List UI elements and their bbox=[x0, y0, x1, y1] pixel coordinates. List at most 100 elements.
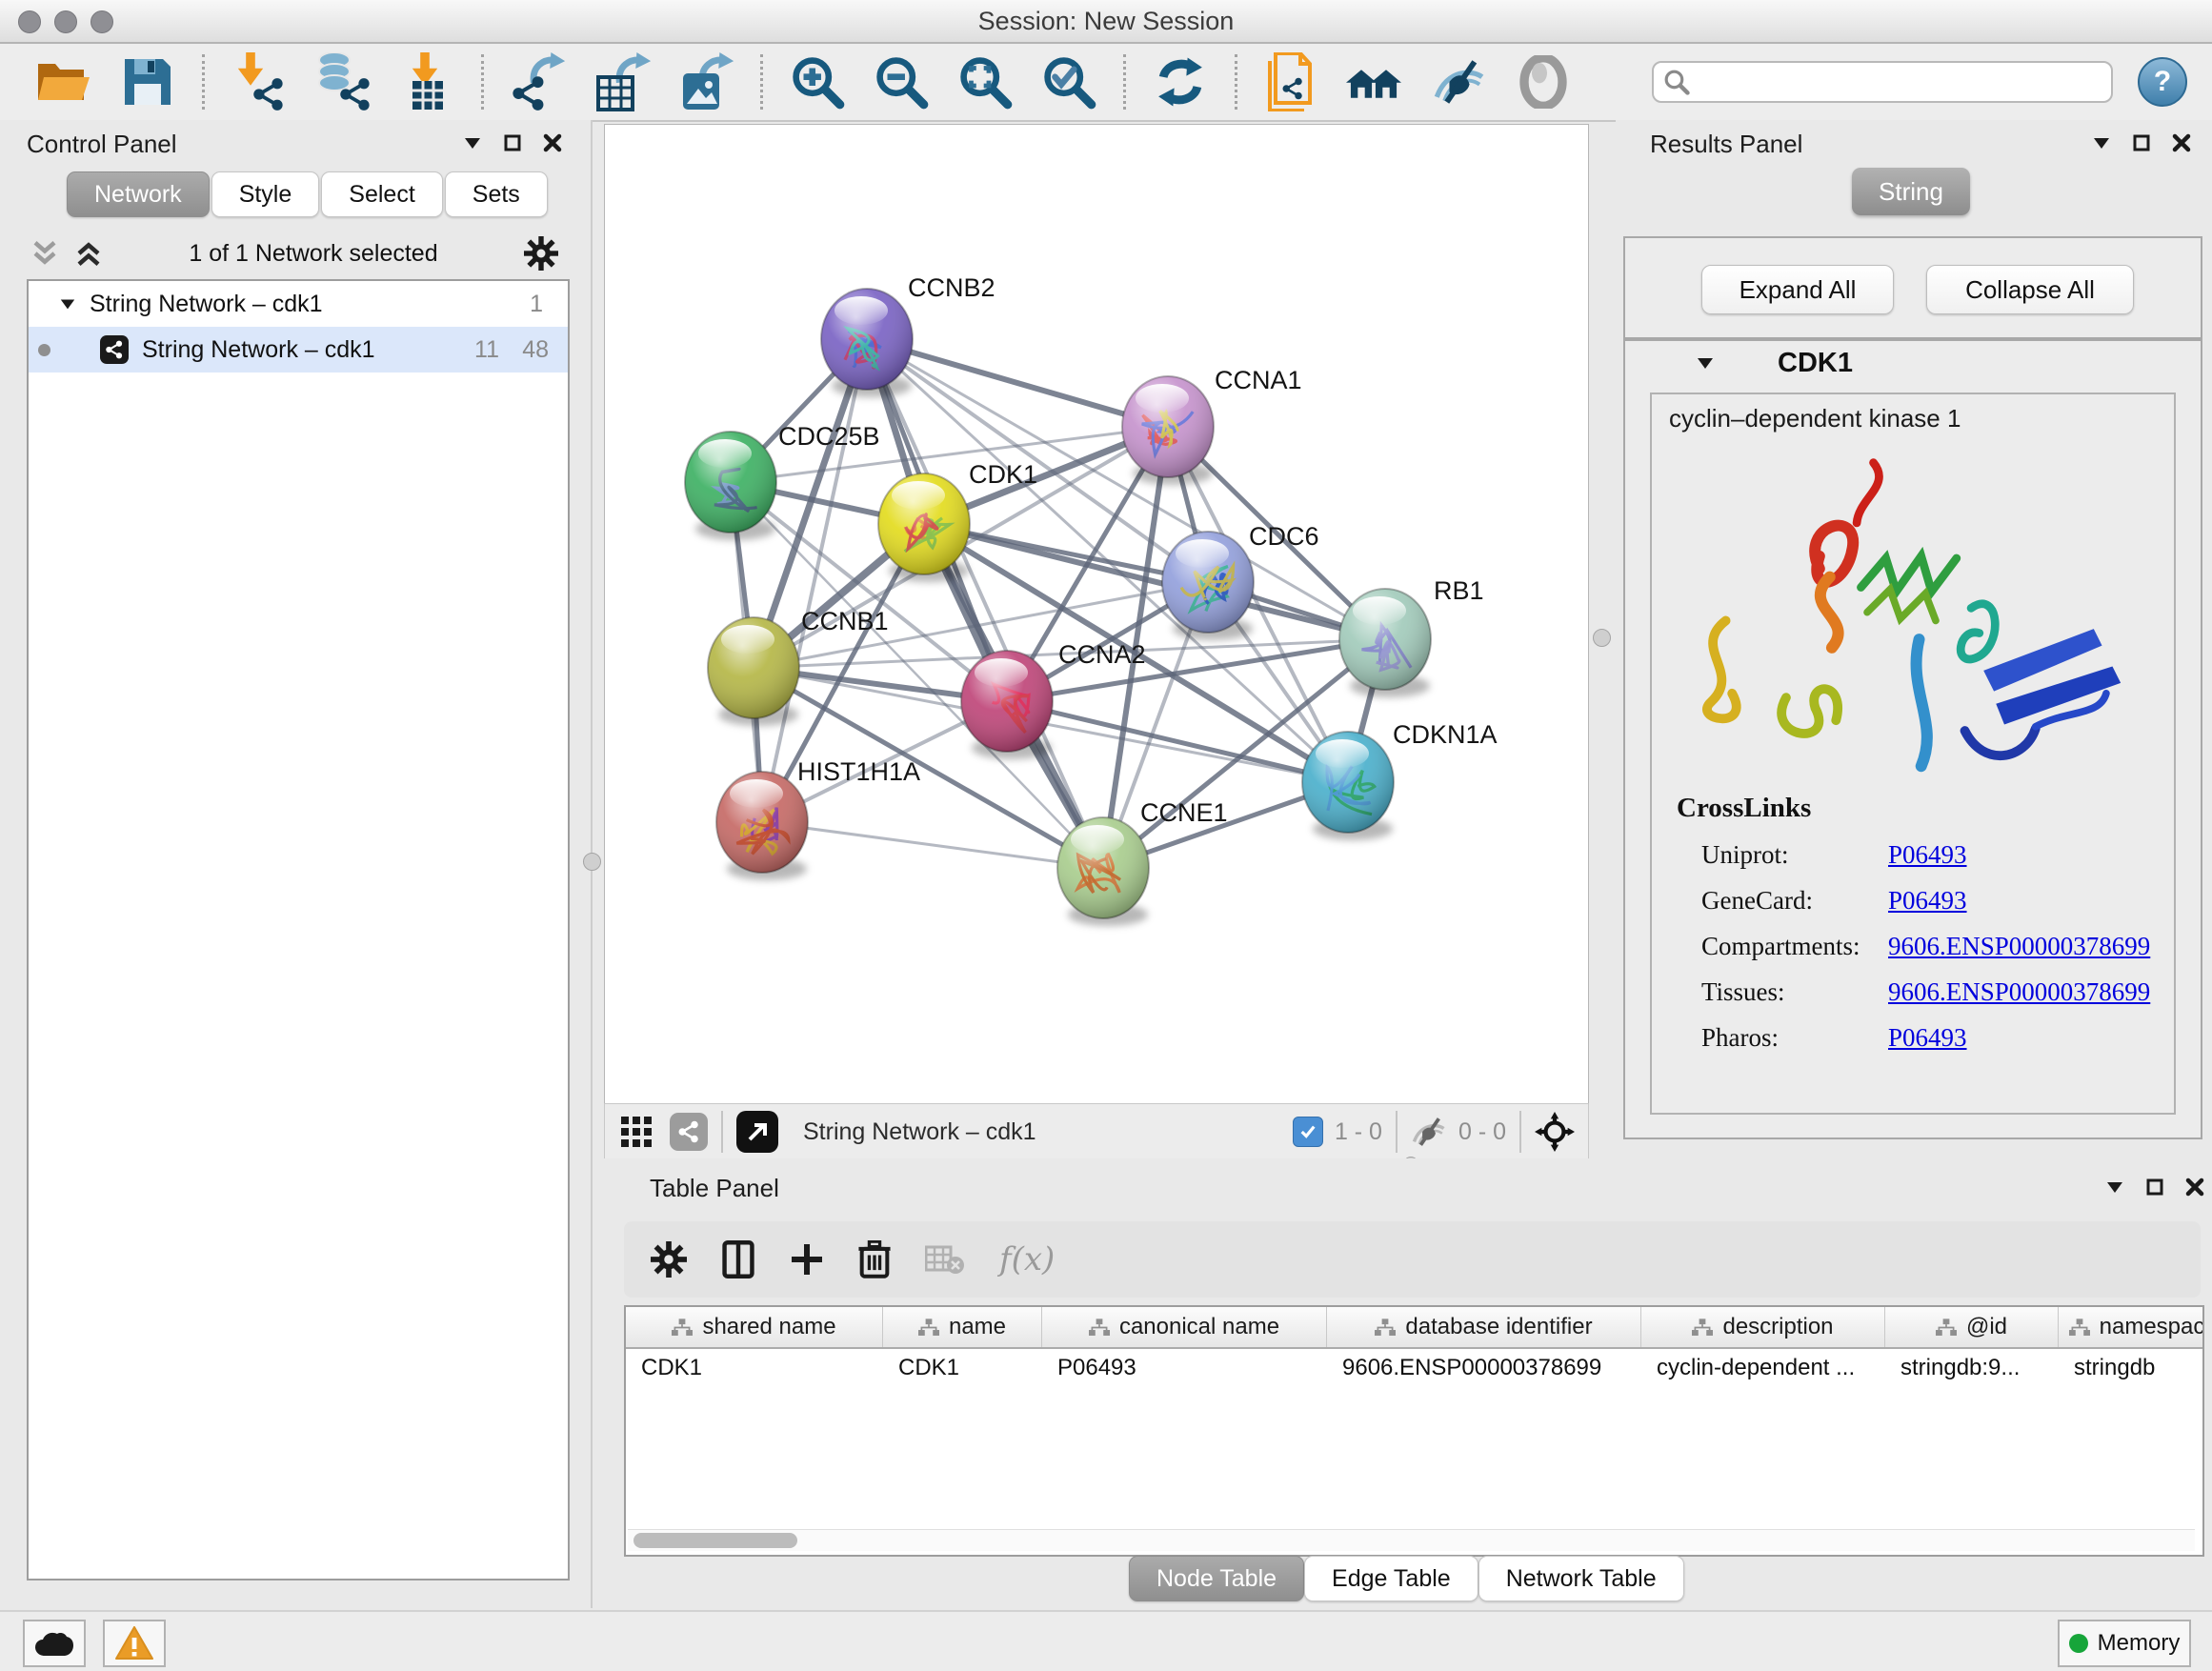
table-cell: 9606.ENSP00000378699 bbox=[1327, 1349, 1641, 1389]
sitemap-icon bbox=[1692, 1319, 1713, 1337]
gene-section-header[interactable]: CDK1 bbox=[1625, 341, 2201, 385]
refresh-view-button[interactable] bbox=[1143, 50, 1217, 113]
memory-button[interactable]: Memory bbox=[2058, 1620, 2191, 1667]
tab-string[interactable]: String bbox=[1852, 168, 1970, 215]
network-node-CCNB1[interactable] bbox=[708, 617, 799, 718]
close-panel-icon[interactable] bbox=[2185, 1178, 2204, 1197]
string-eye-button[interactable] bbox=[1506, 50, 1580, 113]
collapse-panel-icon[interactable] bbox=[2092, 133, 2111, 152]
tab-network[interactable]: Network bbox=[67, 171, 210, 217]
selected-nodes-checkbox[interactable] bbox=[1293, 1117, 1323, 1147]
gene-detail-box: cyclin–dependent kinase 1 bbox=[1650, 393, 2176, 1115]
export-table-button[interactable] bbox=[585, 50, 659, 113]
collapse-panel-icon[interactable] bbox=[463, 133, 482, 152]
expand-all-networks-icon[interactable] bbox=[74, 239, 103, 268]
export-network-button[interactable] bbox=[501, 50, 575, 113]
float-panel-icon[interactable] bbox=[2132, 133, 2151, 152]
network-node-CCNA1[interactable] bbox=[1122, 376, 1214, 477]
crosslink-link[interactable]: P06493 bbox=[1888, 1023, 1967, 1053]
scrollbar-thumb[interactable] bbox=[633, 1533, 797, 1548]
network-node-HIST1H1A[interactable] bbox=[716, 772, 808, 873]
crosslink-link[interactable]: P06493 bbox=[1888, 840, 1967, 870]
right-splitter-handle[interactable] bbox=[1593, 629, 1611, 647]
sitemap-icon bbox=[2069, 1319, 2090, 1337]
column-header-@id[interactable]: @id bbox=[1885, 1307, 2059, 1347]
import-table-file-button[interactable] bbox=[390, 50, 464, 113]
tab-sets[interactable]: Sets bbox=[445, 171, 548, 217]
column-header-namespac[interactable]: namespac bbox=[2059, 1307, 2204, 1347]
crosslink-link[interactable]: 9606.ENSP00000378699 bbox=[1888, 977, 2150, 1007]
export-image-button[interactable] bbox=[669, 50, 743, 113]
float-panel-icon[interactable] bbox=[2145, 1178, 2164, 1197]
zoom-out-button[interactable] bbox=[864, 50, 938, 113]
collapse-all-button[interactable]: Collapse All bbox=[1926, 265, 2134, 314]
column-header-shared-name[interactable]: shared name bbox=[626, 1307, 883, 1347]
network-overview-icon[interactable] bbox=[670, 1113, 708, 1151]
close-panel-icon[interactable] bbox=[543, 133, 562, 152]
network-node-CDK1[interactable] bbox=[878, 473, 970, 574]
network-canvas[interactable]: CCNB2CCNA1CDC25BCDK1CDC6RB1CCNB1CCNA2CDK… bbox=[604, 124, 1589, 1105]
float-panel-icon[interactable] bbox=[503, 133, 522, 152]
birdseye-grid-icon[interactable] bbox=[620, 1116, 653, 1148]
detach-view-icon[interactable] bbox=[736, 1111, 778, 1153]
pan-crosshair-icon[interactable] bbox=[1535, 1112, 1575, 1152]
selected-count: 1 - 0 bbox=[1335, 1118, 1382, 1146]
save-session-button[interactable] bbox=[111, 50, 185, 113]
string-hide-glass-button[interactable] bbox=[1422, 50, 1497, 113]
network-node-RB1[interactable] bbox=[1339, 589, 1431, 690]
network-node-CDC25B[interactable] bbox=[685, 432, 776, 533]
delete-column-trash-icon[interactable] bbox=[858, 1240, 891, 1278]
tree-expand-icon[interactable] bbox=[59, 295, 76, 312]
column-header-database-identifier[interactable]: database identifier bbox=[1327, 1307, 1641, 1347]
network-row-selected[interactable]: String Network – cdk1 11 48 bbox=[29, 327, 568, 372]
network-node-CDKN1A[interactable] bbox=[1302, 732, 1394, 833]
sitemap-icon bbox=[1375, 1319, 1396, 1337]
string-home-button[interactable] bbox=[1338, 50, 1413, 113]
tab-node-table[interactable]: Node Table bbox=[1129, 1556, 1304, 1601]
gene-description: cyclin–dependent kinase 1 bbox=[1669, 404, 1961, 433]
help-button[interactable]: ? bbox=[2138, 57, 2187, 107]
collapse-panel-icon[interactable] bbox=[2105, 1178, 2124, 1197]
network-node-CCNE1[interactable] bbox=[1057, 817, 1149, 918]
zoom-in-button[interactable] bbox=[780, 50, 855, 113]
crosslink-row: GeneCard:P06493 bbox=[1677, 886, 2150, 916]
cloud-status-button[interactable] bbox=[23, 1620, 86, 1667]
search-input[interactable] bbox=[1690, 68, 2075, 96]
crosslink-link[interactable]: 9606.ENSP00000378699 bbox=[1888, 932, 2150, 961]
left-splitter-handle[interactable] bbox=[583, 853, 601, 871]
expand-all-button[interactable]: Expand All bbox=[1701, 265, 1894, 314]
tab-style[interactable]: Style bbox=[211, 171, 320, 217]
table-row[interactable]: CDK1CDK1P064939606.ENSP00000378699cyclin… bbox=[626, 1349, 2202, 1389]
network-node-CDC6[interactable] bbox=[1162, 532, 1254, 633]
table-horizontal-scrollbar[interactable] bbox=[628, 1529, 2195, 1551]
show-columns-icon[interactable] bbox=[721, 1240, 755, 1278]
tab-select[interactable]: Select bbox=[321, 171, 442, 217]
zoom-selected-button[interactable] bbox=[1032, 50, 1106, 113]
section-collapse-icon[interactable] bbox=[1696, 353, 1715, 372]
crosslink-link[interactable]: P06493 bbox=[1888, 886, 1967, 916]
warnings-button[interactable] bbox=[103, 1620, 166, 1667]
string-import-button[interactable] bbox=[1255, 50, 1329, 113]
column-header-canonical-name[interactable]: canonical name bbox=[1042, 1307, 1327, 1347]
network-options-gear-icon[interactable] bbox=[524, 236, 558, 271]
open-session-button[interactable] bbox=[27, 50, 101, 113]
import-network-file-button[interactable] bbox=[222, 50, 296, 113]
search-box[interactable] bbox=[1652, 61, 2113, 103]
network-collection-row[interactable]: String Network – cdk1 1 bbox=[29, 281, 568, 327]
network-node-CCNB2[interactable] bbox=[821, 289, 913, 390]
delete-table-icon[interactable] bbox=[925, 1244, 965, 1275]
tab-edge-table[interactable]: Edge Table bbox=[1304, 1556, 1478, 1601]
close-panel-icon[interactable] bbox=[2172, 133, 2191, 152]
column-header-description[interactable]: description bbox=[1641, 1307, 1885, 1347]
collapse-all-networks-icon[interactable] bbox=[30, 239, 59, 268]
network-node-CCNA2[interactable] bbox=[961, 651, 1053, 752]
table-options-gear-icon[interactable] bbox=[651, 1241, 687, 1278]
zoom-fit-button[interactable] bbox=[948, 50, 1022, 113]
tab-network-table[interactable]: Network Table bbox=[1478, 1556, 1684, 1601]
create-column-plus-icon[interactable] bbox=[790, 1242, 824, 1277]
table-cell: CDK1 bbox=[883, 1349, 1042, 1389]
import-network-database-button[interactable] bbox=[306, 50, 380, 113]
function-builder-icon[interactable]: f(x) bbox=[999, 1240, 1055, 1278]
node-table[interactable]: shared namenamecanonical namedatabase id… bbox=[624, 1305, 2204, 1557]
column-header-name[interactable]: name bbox=[883, 1307, 1042, 1347]
